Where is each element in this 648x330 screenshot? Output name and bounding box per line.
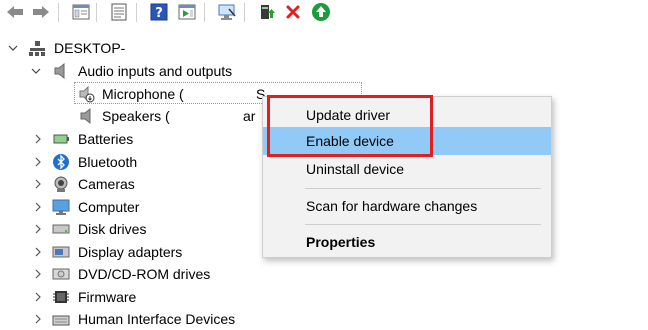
- forward-button[interactable]: [30, 1, 52, 23]
- back-button[interactable]: [4, 1, 26, 23]
- chevron-right-icon[interactable]: [33, 247, 43, 257]
- camera-icon: [52, 175, 70, 193]
- chevron-right-icon[interactable]: [33, 134, 43, 144]
- toolbar-separator: [204, 3, 205, 22]
- chevron-right-icon[interactable]: [33, 292, 43, 302]
- tree-category-label: Disk drives: [78, 221, 147, 237]
- scan-hardware-button[interactable]: [216, 1, 238, 23]
- disk-drive-icon: [52, 220, 70, 238]
- toolbar-separator: [136, 3, 137, 22]
- tree-category-label: Audio inputs and outputs: [78, 63, 233, 79]
- chevron-right-icon[interactable]: [33, 224, 43, 234]
- tree-category-label: Bluetooth: [78, 154, 138, 170]
- tree-category-audio[interactable]: Audio inputs and outputs: [0, 60, 300, 82]
- tree-device-microphone[interactable]: Microphone ( S: [0, 83, 300, 105]
- menu-separator: [305, 224, 541, 225]
- action-pane-icon: [178, 4, 196, 20]
- menu-separator: [305, 188, 541, 189]
- forward-icon: [33, 6, 49, 18]
- microphone-disabled-icon: [78, 85, 96, 103]
- bluetooth-icon: [52, 153, 70, 171]
- tree-device-speakers[interactable]: Speakers ( ar: [0, 105, 300, 127]
- tree-category-label: Firmware: [78, 289, 137, 305]
- tree-category-label: Display adapters: [78, 244, 183, 260]
- scan-hardware-icon: [218, 4, 236, 20]
- chevron-right-icon[interactable]: [33, 157, 43, 167]
- toolbar: ?: [0, 0, 648, 26]
- tree-category-display-adapters[interactable]: Display adapters: [0, 241, 300, 263]
- enable-device-button[interactable]: [310, 1, 332, 23]
- chip-icon: [52, 288, 70, 306]
- chevron-right-icon[interactable]: [33, 179, 43, 189]
- tree-category-cameras[interactable]: Cameras: [0, 173, 300, 195]
- action-pane-button[interactable]: [176, 1, 198, 23]
- tree-category-firmware[interactable]: Firmware: [0, 286, 300, 308]
- tree-category-label: Cameras: [78, 176, 135, 192]
- toolbar-separator: [244, 3, 245, 22]
- chevron-right-icon[interactable]: [33, 314, 43, 324]
- speaker-icon: [52, 62, 70, 80]
- properties-icon: [111, 3, 127, 21]
- device-label: Microphone (: [102, 86, 184, 102]
- tree-category-bluetooth[interactable]: Bluetooth: [0, 151, 300, 173]
- tree-root[interactable]: DESKTOP-: [0, 37, 200, 59]
- svg-text:?: ?: [155, 6, 163, 21]
- tree-category-label: Computer: [78, 199, 140, 215]
- show-hide-console-tree-button[interactable]: [70, 1, 92, 23]
- tree-category-label: Human Interface Devices: [78, 311, 236, 327]
- menu-item-scan-hardware[interactable]: Scan for hardware changes: [263, 192, 551, 220]
- toolbar-separator: [96, 3, 97, 22]
- monitor-icon: [52, 198, 70, 216]
- uninstall-device-icon: [286, 5, 300, 19]
- tree-category-batteries[interactable]: Batteries: [0, 128, 300, 150]
- tree-root-label: DESKTOP-: [54, 40, 126, 56]
- menu-item-properties[interactable]: Properties: [263, 228, 551, 256]
- chevron-right-icon[interactable]: [33, 202, 43, 212]
- show-hide-console-tree-icon: [72, 4, 90, 20]
- properties-button[interactable]: [108, 1, 130, 23]
- back-icon: [7, 6, 23, 18]
- toolbar-separator: [58, 3, 59, 22]
- chevron-down-icon[interactable]: [31, 66, 41, 76]
- tree-category-disk-drives[interactable]: Disk drives: [0, 218, 300, 240]
- speaker-icon: [78, 107, 96, 125]
- device-label: Speakers (: [102, 108, 170, 124]
- annotation-highlight-box: [267, 95, 433, 157]
- display-adapter-icon: [52, 243, 70, 261]
- uninstall-device-button[interactable]: [282, 1, 304, 23]
- tree-category-computer[interactable]: Computer: [0, 196, 300, 218]
- tree-category-label: Batteries: [78, 131, 134, 147]
- tree-category-label: DVD/CD-ROM drives: [78, 266, 211, 282]
- device-label-suffix: ar: [243, 108, 256, 124]
- battery-icon: [52, 130, 70, 148]
- help-icon: ?: [150, 3, 168, 21]
- help-button[interactable]: ?: [148, 1, 170, 23]
- update-driver-icon: [261, 5, 275, 19]
- chevron-down-icon[interactable]: [8, 43, 18, 53]
- computer-tree-icon: [28, 39, 46, 57]
- enable-device-icon: [312, 3, 330, 21]
- dvd-drive-icon: [52, 265, 70, 283]
- update-driver-button[interactable]: [256, 1, 278, 23]
- menu-item-uninstall-device[interactable]: Uninstall device: [263, 155, 551, 183]
- tree-category-human-interface-devices[interactable]: Human Interface Devices: [0, 308, 300, 330]
- tree-category-dvd-cd-rom-drives[interactable]: DVD/CD-ROM drives: [0, 263, 300, 285]
- keyboard-icon: [52, 310, 70, 328]
- chevron-right-icon[interactable]: [33, 269, 43, 279]
